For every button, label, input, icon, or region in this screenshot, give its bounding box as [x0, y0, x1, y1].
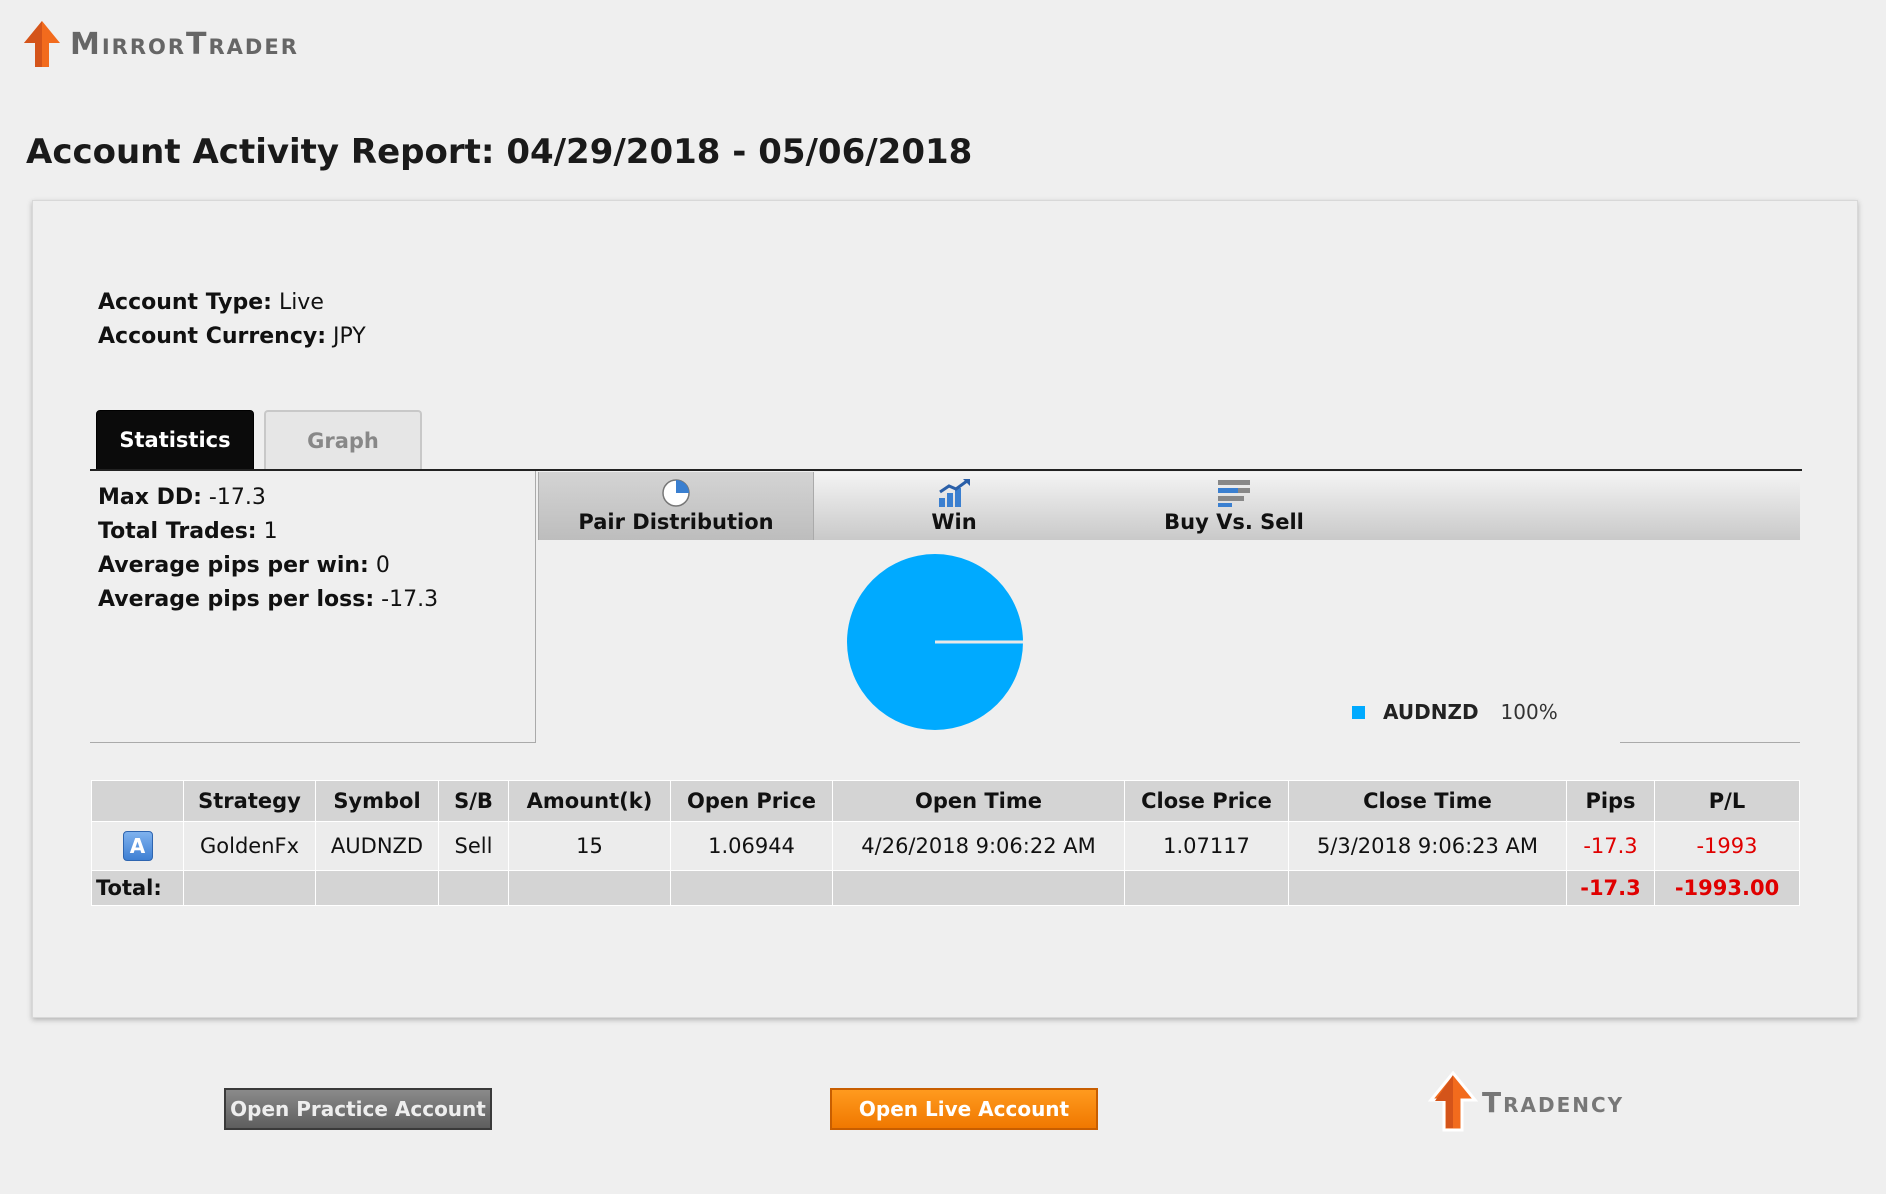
stat-avg-pips-loss: Average pips per loss: -17.3	[98, 583, 535, 617]
account-type-label: Account Type:	[98, 290, 272, 315]
col-header-close-time: Close Time	[1288, 780, 1567, 822]
tradency-logo: Tradency	[1428, 1070, 1624, 1134]
mirrortrader-logo: MirrorTrader	[22, 18, 299, 70]
col-header-open-price: Open Price	[670, 780, 833, 822]
total-empty	[832, 870, 1125, 906]
total-empty	[183, 870, 316, 906]
table-header-row: Strategy Symbol S/B Amount(k) Open Price…	[91, 780, 1800, 822]
arrow-logo-icon	[1428, 1070, 1478, 1132]
open-practice-account-button[interactable]: Open Practice Account	[224, 1088, 492, 1130]
strategy-badge-icon[interactable]: A	[122, 831, 153, 861]
cell-amount: 15	[508, 821, 671, 871]
stat-value: -17.3	[208, 485, 266, 510]
total-empty	[508, 870, 671, 906]
total-pips: -17.3	[1566, 870, 1655, 906]
total-empty	[315, 870, 439, 906]
table-total-row: Total: -17.3 -1993.00	[91, 870, 1800, 906]
open-live-account-button[interactable]: Open Live Account	[830, 1088, 1098, 1130]
cell-open-price: 1.06944	[670, 821, 833, 871]
statistics-panel: Max DD: -17.3 Total Trades: 1 Average pi…	[90, 471, 536, 743]
cell-symbol: AUDNZD	[315, 821, 439, 871]
table-row: A GoldenFx AUDNZD Sell 15 1.06944 4/26/2…	[91, 821, 1800, 871]
total-empty	[438, 870, 509, 906]
legend-swatch	[1352, 705, 1365, 719]
chart-divider	[1620, 742, 1800, 743]
stat-value: 1	[263, 519, 278, 544]
cell-strategy: GoldenFx	[183, 821, 316, 871]
col-header-close-price: Close Price	[1124, 780, 1289, 822]
col-header-strategy: Strategy	[183, 780, 316, 822]
stat-label: Average pips per loss:	[98, 587, 375, 612]
account-currency: Account Currency: JPY	[98, 324, 366, 349]
brand-name: MirrorTrader	[70, 26, 299, 62]
stat-avg-pips-win: Average pips per win: 0	[98, 549, 535, 583]
col-header-side: S/B	[438, 780, 509, 822]
chart-tab-label: Win	[931, 510, 977, 534]
stat-total-trades: Total Trades: 1	[98, 515, 535, 549]
stacked-bars-icon	[1218, 480, 1250, 507]
chart-tab-label: Buy Vs. Sell	[1164, 510, 1304, 534]
account-currency-value: JPY	[333, 324, 366, 349]
account-currency-label: Account Currency:	[98, 324, 326, 349]
bar-chart-up-icon	[939, 479, 970, 507]
cell-badge: A	[91, 821, 184, 871]
col-header-pips: Pips	[1566, 780, 1655, 822]
total-pl: -1993.00	[1654, 870, 1800, 906]
total-empty	[1288, 870, 1567, 906]
cell-pl: -1993	[1654, 821, 1800, 871]
legend-percent: 100%	[1500, 700, 1558, 724]
account-type: Account Type: Live	[98, 290, 324, 315]
stat-value: 0	[375, 553, 390, 578]
chart-tab-buy-vs-sell[interactable]: Buy Vs. Sell	[1094, 472, 1374, 540]
col-header-open-time: Open Time	[832, 780, 1125, 822]
total-empty	[1124, 870, 1289, 906]
total-empty	[670, 870, 833, 906]
total-label: Total:	[91, 870, 184, 906]
cell-open-time: 4/26/2018 9:06:22 AM	[832, 821, 1125, 871]
cell-pips: -17.3	[1566, 821, 1655, 871]
chart-toolbar: Pair Distribution Win Buy Vs. Sell	[538, 472, 1800, 540]
tab-statistics[interactable]: Statistics	[96, 410, 254, 470]
pie-chart-icon	[662, 479, 690, 507]
page-title: Account Activity Report: 04/29/2018 - 05…	[26, 132, 973, 172]
col-header-symbol: Symbol	[315, 780, 439, 822]
stat-max-dd: Max DD: -17.3	[98, 481, 535, 515]
legend-symbol: AUDNZD	[1383, 700, 1479, 724]
cell-close-time: 5/3/2018 9:06:23 AM	[1288, 821, 1567, 871]
trades-table: Strategy Symbol S/B Amount(k) Open Price…	[91, 780, 1800, 906]
stat-label: Average pips per win:	[98, 553, 369, 578]
cell-close-price: 1.07117	[1124, 821, 1289, 871]
col-header-pl: P/L	[1654, 780, 1800, 822]
footer-brand-name: Tradency	[1482, 1085, 1625, 1119]
chart-tab-pair-distribution[interactable]: Pair Distribution	[538, 472, 814, 540]
tab-graph[interactable]: Graph	[264, 410, 422, 470]
col-header-badge	[91, 780, 184, 822]
cell-side: Sell	[438, 821, 509, 871]
arrow-logo-icon	[24, 21, 60, 67]
pair-distribution-pie	[847, 554, 1023, 730]
chart-tab-win[interactable]: Win	[814, 472, 1094, 540]
chart-tab-label: Pair Distribution	[578, 510, 774, 534]
chart-legend: AUDNZD 100%	[1352, 700, 1558, 724]
stat-label: Total Trades:	[98, 519, 257, 544]
stat-value: -17.3	[381, 587, 439, 612]
stat-label: Max DD:	[98, 485, 202, 510]
account-type-value: Live	[278, 290, 324, 315]
col-header-amount: Amount(k)	[508, 780, 671, 822]
